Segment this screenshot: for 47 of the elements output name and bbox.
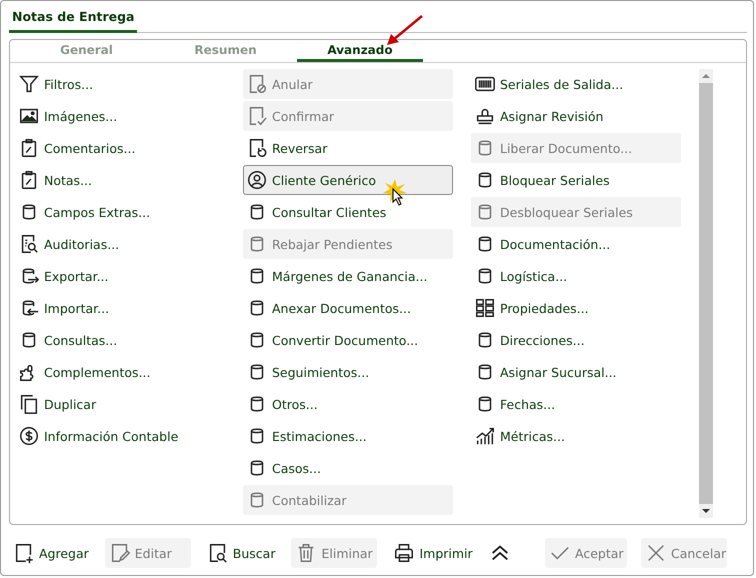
menu-item[interactable]: Filtros... bbox=[15, 69, 225, 99]
scroll-up-icon[interactable] bbox=[702, 73, 710, 79]
menu-item[interactable]: Información Contable bbox=[15, 421, 225, 451]
menu-item[interactable]: Campos Extras... bbox=[15, 197, 225, 227]
copy-icon bbox=[18, 393, 40, 415]
chart-icon bbox=[474, 425, 496, 447]
menu-item[interactable]: Anexar Documentos... bbox=[243, 293, 453, 323]
menu-item[interactable]: Asignar Revisión bbox=[471, 101, 681, 131]
menu-item[interactable]: Exportar... bbox=[15, 261, 225, 291]
toolbar-button[interactable]: Imprimir bbox=[389, 538, 477, 568]
filter-icon bbox=[18, 73, 40, 95]
menu-item[interactable]: Imágenes... bbox=[15, 101, 225, 131]
menu-item[interactable]: Importar... bbox=[15, 293, 225, 323]
menu-item[interactable]: Seriales de Salida... bbox=[471, 69, 681, 99]
menu-item[interactable]: Propiedades... bbox=[471, 293, 681, 323]
menu-item[interactable]: Estimaciones... bbox=[243, 421, 453, 451]
menu-item[interactable]: Logística... bbox=[471, 261, 681, 291]
menu-item[interactable]: Seguimientos... bbox=[243, 357, 453, 387]
scroll-down-icon[interactable] bbox=[702, 508, 710, 514]
menu-item[interactable]: Asignar Sucursal... bbox=[471, 357, 681, 387]
menu-item[interactable]: Cliente Genérico bbox=[243, 165, 453, 195]
dollar-icon bbox=[18, 425, 40, 447]
menu-item[interactable]: Reversar bbox=[243, 133, 453, 163]
window-title[interactable]: Notas de Entrega bbox=[9, 9, 138, 33]
menu-item[interactable]: Consultar Clientes bbox=[243, 197, 453, 227]
menu-item[interactable]: Casos... bbox=[243, 453, 453, 483]
menu-item[interactable]: Métricas... bbox=[471, 421, 681, 451]
toolbar-button[interactable]: Buscar bbox=[202, 538, 280, 568]
user-icon bbox=[246, 169, 268, 191]
add-document-icon bbox=[13, 542, 35, 564]
menu-item[interactable]: Bloquear Seriales bbox=[471, 165, 681, 195]
menu-item[interactable]: Notas... bbox=[15, 165, 225, 195]
menu-item[interactable]: Fechas... bbox=[471, 389, 681, 419]
printer-icon bbox=[393, 542, 416, 564]
menu-item[interactable]: Comentarios... bbox=[15, 133, 225, 163]
toolbar-button[interactable]: Agregar bbox=[9, 538, 93, 568]
menu-item[interactable]: Duplicar bbox=[15, 389, 225, 419]
menu-item[interactable]: Otros... bbox=[243, 389, 453, 419]
menu-item[interactable]: Márgenes de Ganancia... bbox=[243, 261, 453, 291]
close-icon bbox=[645, 542, 667, 564]
menu-item[interactable]: Complementos... bbox=[15, 357, 225, 387]
menu-item[interactable]: Consultas... bbox=[15, 325, 225, 355]
menu-item[interactable]: Auditorias... bbox=[15, 229, 225, 259]
grid-icon bbox=[474, 297, 496, 319]
menu-item[interactable]: Convertir Documento... bbox=[243, 325, 453, 355]
menu-item[interactable]: Direcciones... bbox=[471, 325, 681, 355]
menu-item[interactable]: Documentación... bbox=[471, 229, 681, 259]
